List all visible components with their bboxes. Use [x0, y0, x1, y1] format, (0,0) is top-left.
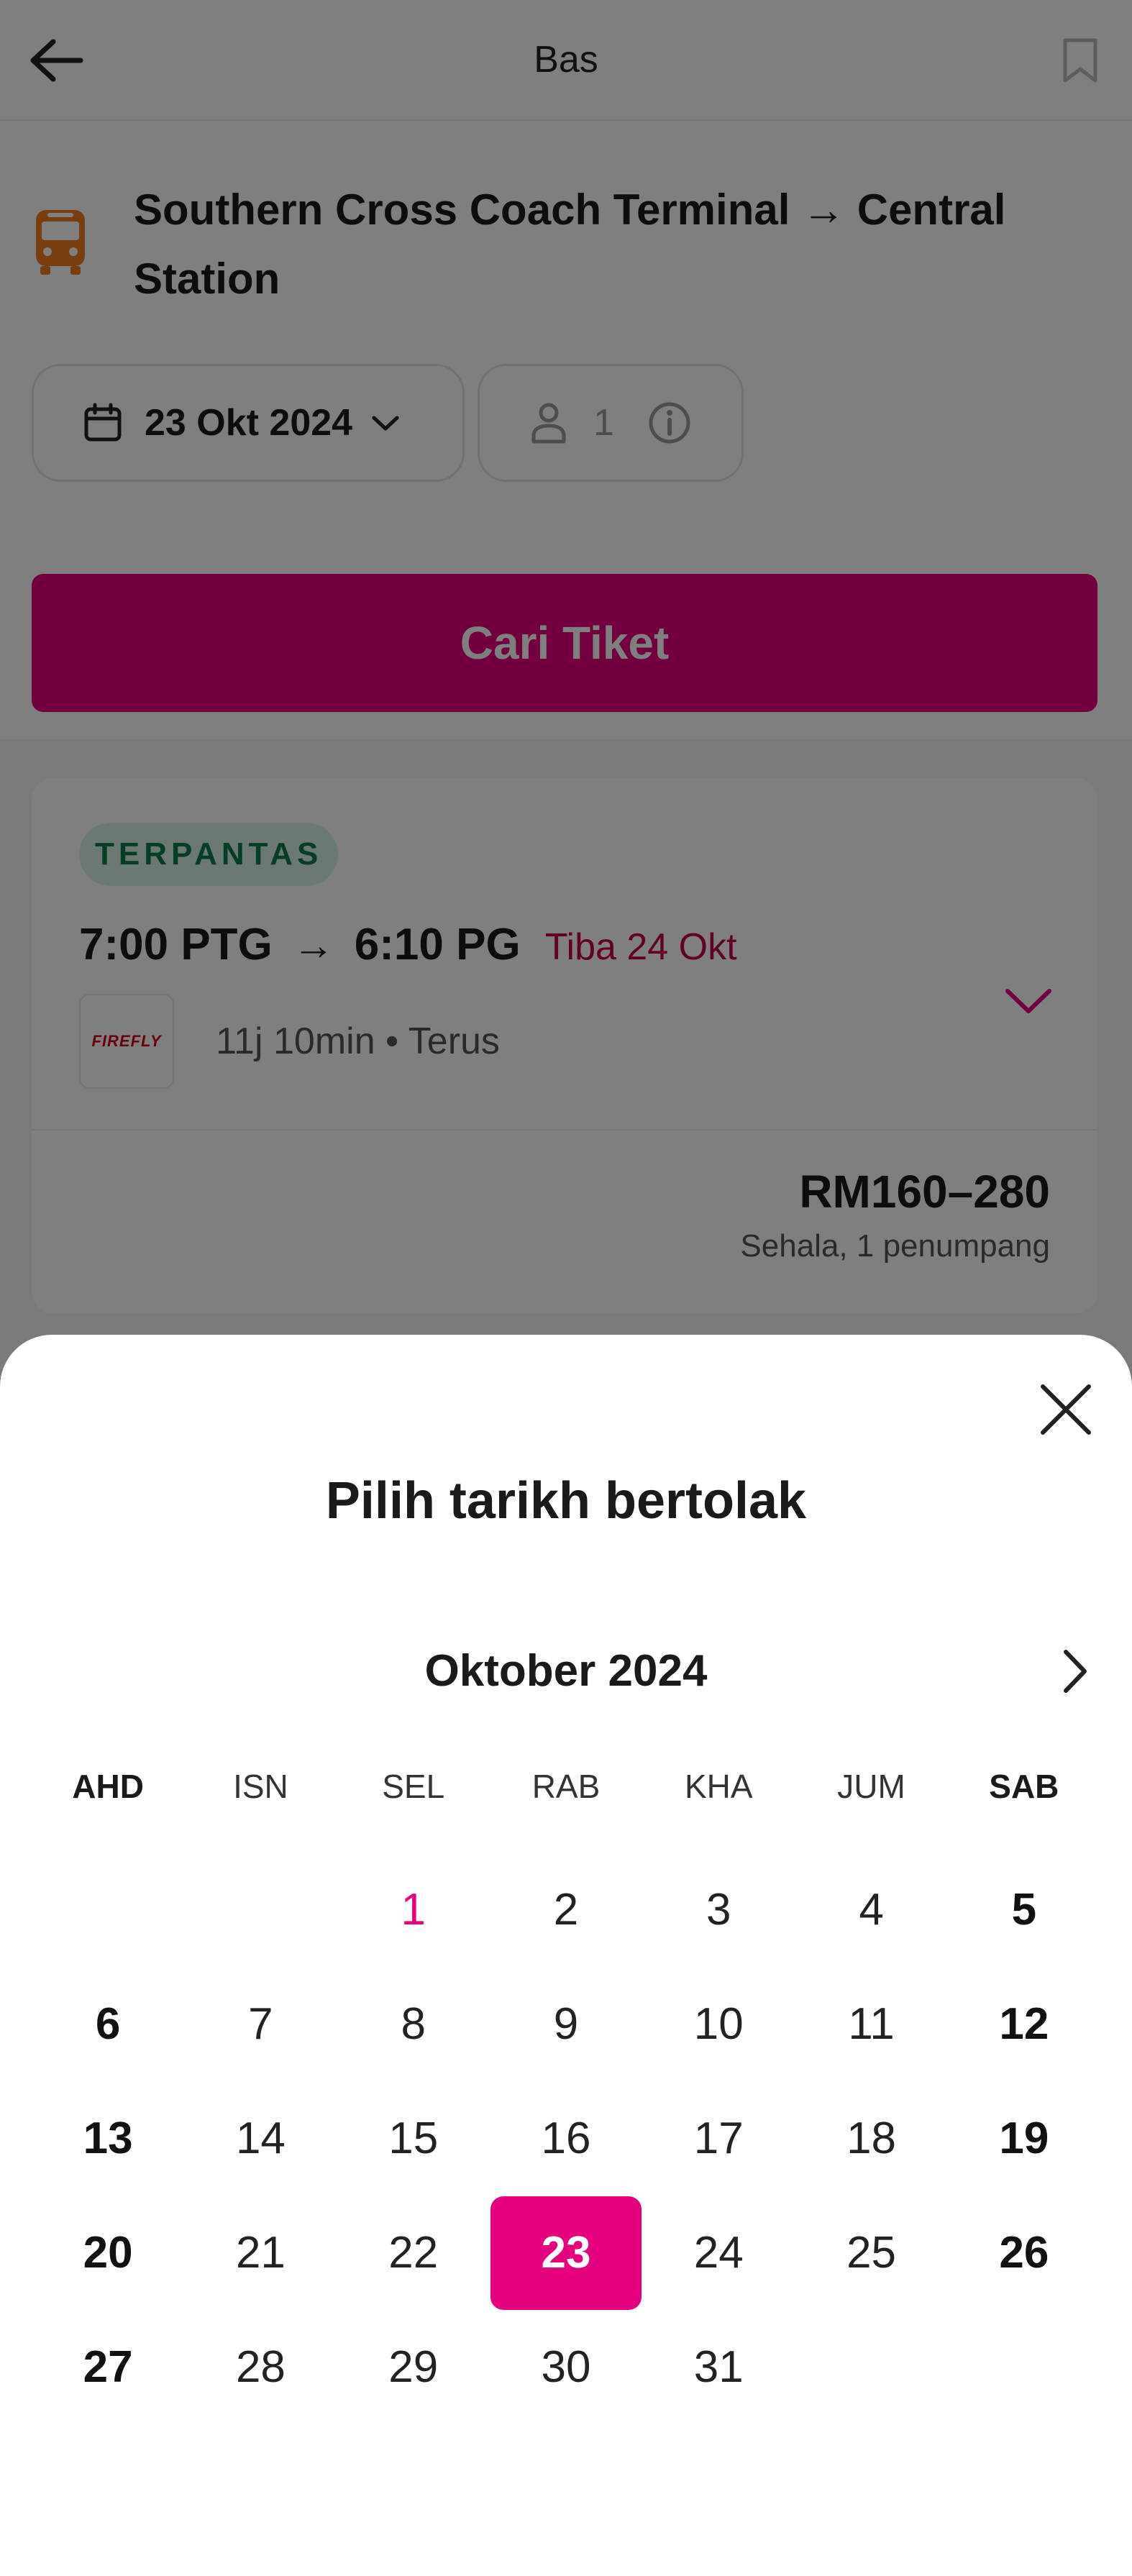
day-number: 5: [1011, 1885, 1037, 1935]
day-number: 24: [693, 2228, 744, 2278]
calendar-empty-cell: [32, 1853, 184, 1967]
chevron-right-icon: [1064, 1650, 1087, 1693]
calendar-day[interactable]: 30: [490, 2310, 642, 2424]
calendar-empty-cell: [795, 2310, 947, 2424]
calendar-day[interactable]: 25: [795, 2196, 947, 2310]
calendar-day[interactable]: 2: [490, 1853, 642, 1967]
calendar-day[interactable]: 10: [642, 1967, 795, 2081]
calendar-day[interactable]: 11: [795, 1967, 947, 2081]
weekday-label: JUM: [837, 1768, 905, 1805]
next-month-button[interactable]: [1046, 1643, 1103, 1700]
calendar-day[interactable]: 28: [184, 2310, 337, 2424]
day-number: 10: [693, 1999, 744, 2049]
calendar-grid: 1 2 3 4 5 6 7 8 9 10 11 12 13 14 15 16 17 18 19 20 21 22 23 24 2…: [32, 1853, 1100, 2424]
calendar-day[interactable]: 15: [337, 2081, 490, 2196]
sheet-title: Pilih tarikh bertolak: [325, 1472, 807, 1530]
calendar-day[interactable]: 31: [642, 2310, 795, 2424]
calendar-day[interactable]: 24: [642, 2196, 795, 2310]
calendar-day[interactable]: 21: [184, 2196, 337, 2310]
day-number: 3: [706, 1885, 731, 1935]
day-number: 14: [235, 2114, 286, 2163]
day-number: 31: [693, 2342, 744, 2392]
calendar-day[interactable]: 20: [32, 2196, 184, 2310]
day-number: 7: [248, 1999, 273, 2049]
calendar-day[interactable]: 26: [948, 2196, 1100, 2310]
day-number: 19: [999, 2114, 1049, 2163]
day-number: 6: [95, 1999, 121, 2049]
calendar-day[interactable]: 29: [337, 2310, 490, 2424]
day-number: 4: [859, 1885, 884, 1935]
calendar-day[interactable]: 17: [642, 2081, 795, 2196]
weekday-label: SAB: [989, 1768, 1059, 1805]
day-number: 25: [846, 2228, 897, 2278]
day-number: 21: [235, 2228, 286, 2278]
weekday-label: SEL: [382, 1768, 445, 1805]
calendar-day[interactable]: 27: [32, 2310, 184, 2424]
calendar-day[interactable]: 6: [32, 1967, 184, 2081]
day-number: 12: [999, 1999, 1049, 2049]
day-number: 2: [553, 1885, 579, 1935]
weekday-header: AHD ISN SEL RAB KHA JUM SAB: [32, 1758, 1100, 1815]
calendar-day[interactable]: 8: [337, 1967, 490, 2081]
calendar-day[interactable]: 22: [337, 2196, 490, 2310]
day-number: 16: [541, 2114, 591, 2163]
day-number: 29: [388, 2342, 439, 2392]
calendar-empty-cell: [948, 2310, 1100, 2424]
calendar-day[interactable]: 5: [948, 1853, 1100, 1967]
calendar-day[interactable]: 9: [490, 1967, 642, 2081]
day-number: 30: [541, 2342, 591, 2392]
weekday-label: AHD: [72, 1768, 144, 1805]
weekday-label: RAB: [531, 1768, 601, 1805]
close-icon: [1041, 1384, 1091, 1435]
calendar-day[interactable]: 18: [795, 2081, 947, 2196]
calendar-day-selected[interactable]: 23: [490, 2196, 642, 2310]
day-number: 26: [999, 2228, 1049, 2278]
page: Bas Southern Cross Coach Terminal → Cent…: [0, 0, 1132, 2576]
calendar-day[interactable]: 7: [184, 1967, 337, 2081]
calendar-day[interactable]: 19: [948, 2081, 1100, 2196]
day-number: 9: [553, 1999, 579, 2049]
day-number: 11: [848, 1999, 895, 2049]
day-number: 8: [401, 1999, 426, 2049]
day-number: 23: [490, 2196, 642, 2310]
calendar-empty-cell: [184, 1853, 337, 1967]
calendar-day[interactable]: 1: [337, 1853, 490, 1967]
calendar-day[interactable]: 16: [490, 2081, 642, 2196]
day-number: 22: [388, 2228, 439, 2278]
close-button[interactable]: [1031, 1375, 1100, 1444]
day-number: 28: [235, 2342, 286, 2392]
date-picker-sheet: Pilih tarikh bertolak Oktober 2024 AHD IS…: [0, 1335, 1132, 2576]
day-number: 20: [83, 2228, 133, 2278]
calendar-day[interactable]: 4: [795, 1853, 947, 1967]
month-label: Oktober 2024: [424, 1646, 708, 1696]
calendar-day[interactable]: 3: [642, 1853, 795, 1967]
day-number: 15: [388, 2114, 439, 2163]
month-navigation: Oktober 2024: [0, 1635, 1132, 1707]
calendar-day[interactable]: 12: [948, 1967, 1100, 2081]
calendar-day[interactable]: 13: [32, 2081, 184, 2196]
day-number: 27: [83, 2342, 133, 2392]
day-number: 18: [846, 2114, 897, 2163]
day-number: 1: [401, 1885, 426, 1935]
weekday-label: KHA: [684, 1768, 753, 1805]
weekday-label: ISN: [233, 1768, 288, 1805]
day-number: 17: [693, 2114, 744, 2163]
day-number: 13: [83, 2114, 133, 2163]
calendar-day[interactable]: 14: [184, 2081, 337, 2196]
